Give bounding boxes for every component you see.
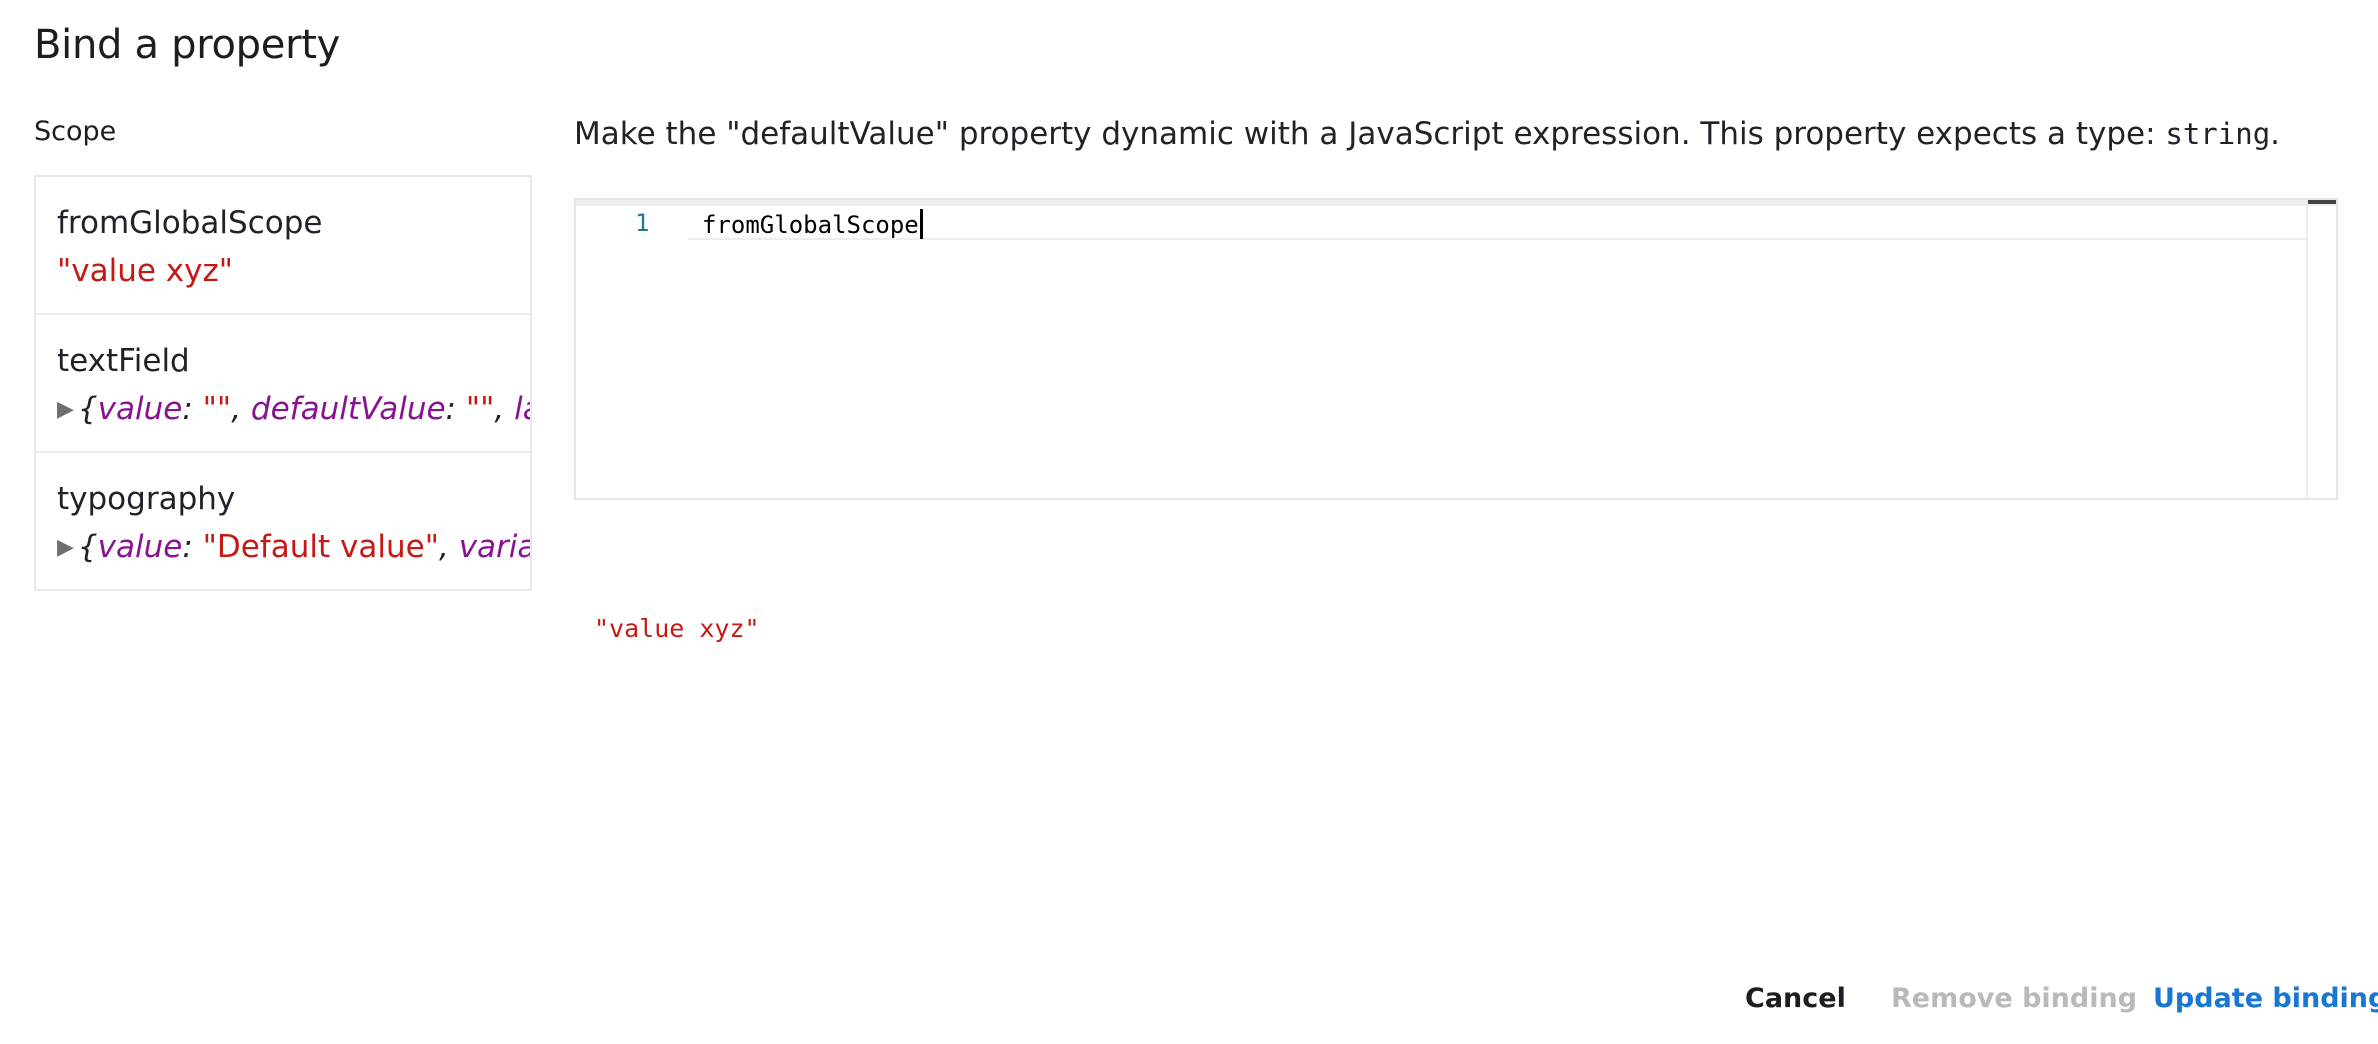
- scope-item-textfield[interactable]: textField ▶ {value: "", defaultValue: "",…: [36, 315, 530, 453]
- remove-binding-button[interactable]: Remove binding: [1891, 983, 2137, 1014]
- scope-label: Scope: [34, 116, 117, 147]
- expand-triangle-icon[interactable]: ▶: [57, 397, 74, 422]
- scope-item-value: ▶{value: "Default value", variant:: [57, 529, 530, 565]
- expand-triangle-icon[interactable]: ▶: [57, 535, 74, 560]
- line-number: 1: [635, 209, 650, 237]
- scope-item-name: textField: [57, 343, 190, 379]
- text-cursor: [919, 209, 923, 239]
- evaluation-result: "value xyz": [594, 614, 760, 643]
- scope-item-value: "value xyz": [57, 253, 234, 289]
- cancel-button[interactable]: Cancel: [1745, 983, 1846, 1014]
- dialog-title: Bind a property: [34, 22, 340, 68]
- type-code: string: [2165, 117, 2271, 151]
- binding-description: Make the "defaultValue" property dynamic…: [574, 116, 2281, 152]
- scroll-indicator: [2308, 200, 2336, 204]
- update-binding-button[interactable]: Update binding: [2153, 983, 2378, 1014]
- scope-item-typography[interactable]: typography ▶ {value: "Default value", var…: [36, 453, 530, 589]
- scope-item-name: typography: [57, 481, 236, 517]
- code-editor[interactable]: 1 fromGlobalScope: [574, 198, 2338, 500]
- scope-list: fromGlobalScope "value xyz" textField ▶{…: [34, 175, 532, 591]
- scope-item-value: ▶{value: "", defaultValue: "", labe: [57, 391, 530, 427]
- code-line[interactable]: fromGlobalScope: [702, 209, 923, 239]
- current-line-highlight: [688, 206, 2306, 240]
- scope-item-name: fromGlobalScope: [57, 205, 323, 241]
- editor-scrollbar[interactable]: [2306, 200, 2336, 498]
- scope-item-fromglobalscope[interactable]: fromGlobalScope "value xyz": [36, 177, 530, 315]
